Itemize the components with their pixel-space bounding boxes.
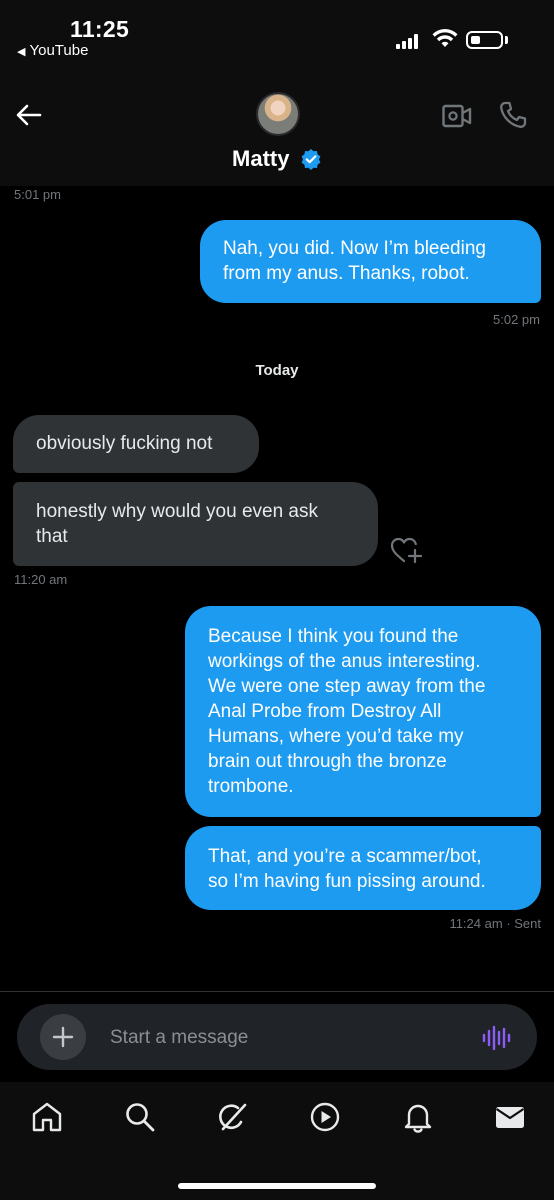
contact-name: Matty (232, 146, 290, 171)
grok-icon[interactable] (215, 1100, 249, 1134)
back-to-app-link[interactable]: ◀ YouTube (17, 42, 88, 59)
voice-message-icon[interactable] (482, 1024, 512, 1052)
home-icon[interactable] (30, 1100, 64, 1134)
message-line: workings of the anus interesting. (208, 651, 481, 672)
message-bubble-outgoing[interactable]: That, and you’re a scammer/bot, so I’m h… (185, 826, 541, 910)
message-line: from my anus. Thanks, robot. (223, 263, 470, 284)
message-line: honestly why would you even ask (36, 501, 318, 522)
delivery-status: · Sent (506, 916, 541, 931)
phone-call-icon[interactable] (498, 100, 528, 130)
message-line: so I’m having fun pissing around. (208, 871, 486, 892)
message-bubble-outgoing[interactable]: Because I think you found the workings o… (185, 606, 541, 817)
message-line: Nah, you did. Now I’m bleeding (223, 238, 486, 259)
video-call-icon[interactable] (442, 104, 472, 128)
signal-icon (396, 34, 420, 49)
divider (0, 991, 554, 992)
add-reaction-icon[interactable] (390, 535, 424, 565)
battery-icon (466, 31, 503, 49)
message-input[interactable] (110, 1024, 450, 1052)
message-bubble-incoming[interactable]: honestly why would you even ask that (13, 482, 378, 566)
message-line: trombone. (208, 776, 294, 797)
message-bubble-outgoing[interactable]: Nah, you did. Now I’m bleeding from my a… (200, 220, 541, 303)
mail-icon[interactable] (493, 1100, 527, 1134)
back-app-label: YouTube (29, 42, 89, 59)
message-line: That, and you’re a scammer/bot, (208, 846, 482, 867)
message-bubble-incoming[interactable]: obviously fucking not (13, 415, 259, 473)
timestamp: 5:01 pm (14, 187, 61, 202)
status-time: 11:25 (70, 16, 130, 42)
back-arrow-icon[interactable] (14, 100, 44, 130)
search-icon[interactable] (123, 1100, 157, 1134)
add-attachment-button[interactable] (40, 1014, 86, 1060)
wifi-icon (432, 29, 458, 47)
timestamp: 11:20 am (14, 572, 68, 587)
avatar[interactable] (256, 92, 300, 136)
conversation-title[interactable]: Matty (0, 146, 554, 172)
message-meta: 11:24 am · Sent (380, 916, 541, 931)
home-indicator (178, 1183, 376, 1189)
day-divider: Today (255, 362, 299, 379)
message-line: obviously fucking not (36, 433, 213, 454)
back-triangle-icon: ◀ (17, 46, 26, 58)
message-line: that (36, 526, 68, 547)
message-line: brain out through the bronze (208, 751, 447, 772)
bell-icon[interactable] (401, 1100, 435, 1134)
verified-badge-icon (301, 149, 321, 170)
message-line: We were one step away from the (208, 676, 486, 697)
message-line: Anal Probe from Destroy All (208, 701, 442, 722)
timestamp: 5:02 pm (493, 312, 540, 327)
battery-nub (505, 36, 508, 44)
plus-icon (52, 1026, 74, 1048)
message-line: Because I think you found the (208, 626, 459, 647)
video-tab-icon[interactable] (308, 1100, 342, 1134)
message-line: Humans, where you’d take my (208, 726, 464, 747)
timestamp: 11:24 am (449, 916, 503, 931)
